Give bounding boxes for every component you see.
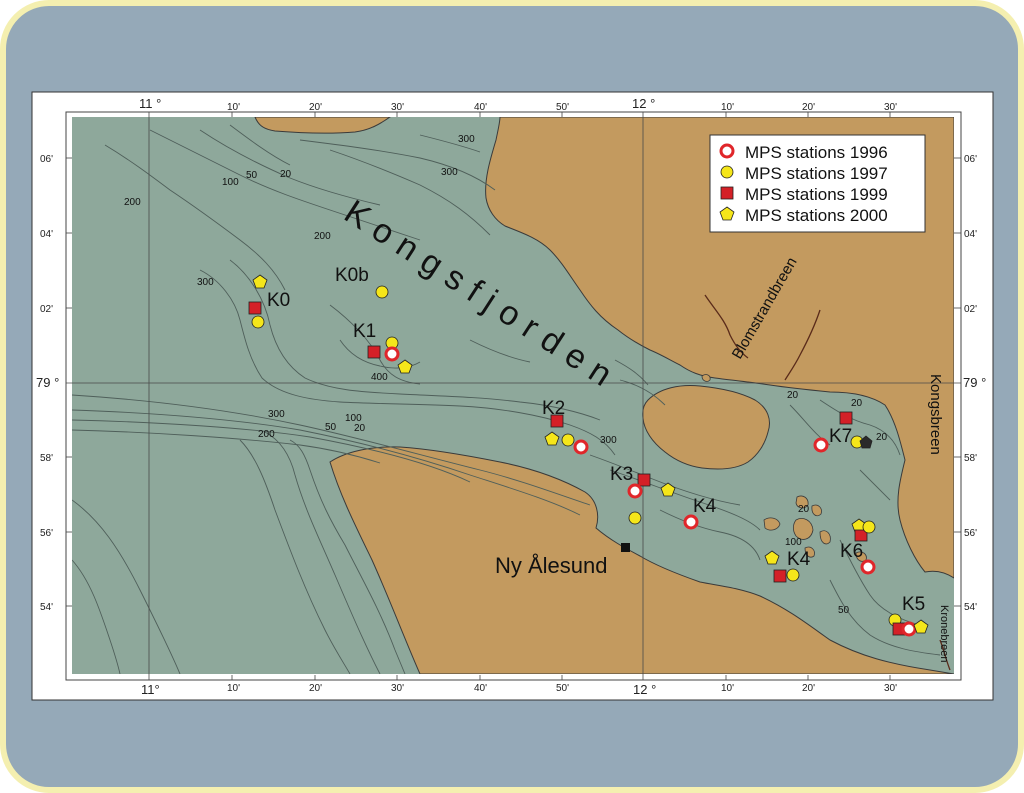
station-label: K4 (693, 496, 717, 517)
lon-minor-top: 30' (391, 102, 404, 113)
lat-label-right: 06' (964, 154, 977, 165)
marker-1996 (627, 483, 643, 499)
station-label: K0 (267, 290, 290, 311)
lat-label-left: 54' (40, 602, 53, 613)
lat-label-right-79: 79 ° (963, 375, 986, 390)
marker-1999 (248, 301, 262, 315)
depth-label: 300 (458, 134, 475, 145)
marker-1999 (637, 473, 651, 487)
depth-label: 300 (441, 167, 458, 178)
lat-label-left-79: 79 ° (36, 375, 59, 390)
marker-1997 (862, 520, 876, 534)
lon-minor-top: 20' (802, 102, 815, 113)
lon-minor-bottom: 10' (721, 683, 734, 694)
depth-label: 200 (258, 429, 275, 440)
lon-major-12-bottom: 12 ° (633, 682, 656, 697)
lon-major-11-top: 11 ° (139, 96, 161, 111)
station-label: K0b (335, 265, 369, 286)
station-label: K5 (902, 594, 925, 615)
lon-minor-bottom: 20' (309, 683, 322, 694)
depth-label: 100 (222, 177, 239, 188)
lon-minor-bottom: 50' (556, 683, 569, 694)
lon-minor-bottom: 40' (474, 683, 487, 694)
legend: MPS stations 1996 MPS stations 1997 MPS … (709, 134, 926, 233)
lat-label-left: 06' (40, 154, 53, 165)
marker-1999 (773, 569, 787, 583)
marker-1999 (367, 345, 381, 359)
glacier-label-kronebreen: Kronebreen (938, 605, 950, 663)
depth-label: 200 (314, 231, 331, 242)
lat-label-right: 54' (964, 602, 977, 613)
marker-1996 (813, 437, 829, 453)
marker-1996 (860, 559, 876, 575)
lon-minor-top: 50' (556, 102, 569, 113)
settlement-label: Ny Ålesund (495, 553, 608, 578)
station-label: K7 (829, 426, 852, 447)
depth-label: 300 (600, 435, 617, 446)
marker-1996 (573, 439, 589, 455)
lon-minor-bottom: 10' (227, 683, 240, 694)
lon-minor-bottom: 30' (884, 683, 897, 694)
depth-label: 20 (787, 390, 799, 401)
marker-1997 (251, 315, 265, 329)
lat-label-left: 02' (40, 304, 53, 315)
lon-minor-bottom: 20' (802, 683, 815, 694)
depth-label: 300 (268, 409, 285, 420)
legend-label-2000: MPS stations 2000 (745, 206, 888, 225)
settlement-marker (621, 543, 630, 552)
lat-label-left: 04' (40, 229, 53, 240)
marker-1999 (550, 414, 564, 428)
depth-label: 20 (851, 398, 863, 409)
marker-1997 (375, 285, 389, 299)
marker-1996 (384, 346, 400, 362)
depth-label: 20 (354, 423, 366, 434)
depth-label: 300 (197, 277, 214, 288)
lat-label-right: 56' (964, 528, 977, 539)
marker-1996 (901, 621, 917, 637)
station-label: K3 (610, 464, 633, 485)
lon-major-12-top: 12 ° (632, 96, 655, 111)
marker-1997 (628, 511, 642, 525)
station-label: K1 (353, 321, 376, 342)
depth-label: 400 (371, 372, 388, 383)
map-figure: 11 ° 12 ° 10' 20' 30' 40' 50' 10' 20' 30… (0, 0, 1024, 793)
marker-1997 (561, 433, 575, 447)
depth-label: 20 (798, 504, 810, 515)
station-label: K6 (840, 541, 863, 562)
marker-1996 (683, 514, 699, 530)
legend-marker-1999 (720, 186, 734, 200)
depth-label: 20 (876, 432, 888, 443)
lat-label-left: 58' (40, 453, 53, 464)
lon-minor-top: 30' (884, 102, 897, 113)
lat-label-left: 56' (40, 528, 53, 539)
depth-label: 50 (246, 170, 258, 181)
lat-label-right: 02' (964, 304, 977, 315)
lon-minor-bottom: 30' (391, 683, 404, 694)
depth-label: 20 (280, 169, 292, 180)
lon-minor-top: 20' (309, 102, 322, 113)
marker-1997 (786, 568, 800, 582)
glacier-label-kongsbreen: Kongsbreen (927, 374, 944, 455)
legend-marker-1997 (720, 165, 734, 179)
marker-1999 (839, 411, 853, 425)
lon-major-11-bottom: 11° (141, 682, 160, 697)
depth-label: 50 (838, 605, 850, 616)
station-label: K4 (787, 549, 811, 570)
legend-label-1997: MPS stations 1997 (745, 164, 888, 183)
lat-label-right: 58' (964, 453, 977, 464)
depth-label: 50 (325, 422, 337, 433)
depth-label: 200 (124, 197, 141, 208)
legend-marker-1996 (719, 143, 735, 159)
lon-minor-top: 10' (721, 102, 734, 113)
legend-label-1996: MPS stations 1996 (745, 143, 888, 162)
lat-label-right: 04' (964, 229, 977, 240)
legend-label-1999: MPS stations 1999 (745, 185, 888, 204)
depth-label: 100 (785, 537, 802, 548)
lon-minor-top: 10' (227, 102, 240, 113)
lon-minor-top: 40' (474, 102, 487, 113)
